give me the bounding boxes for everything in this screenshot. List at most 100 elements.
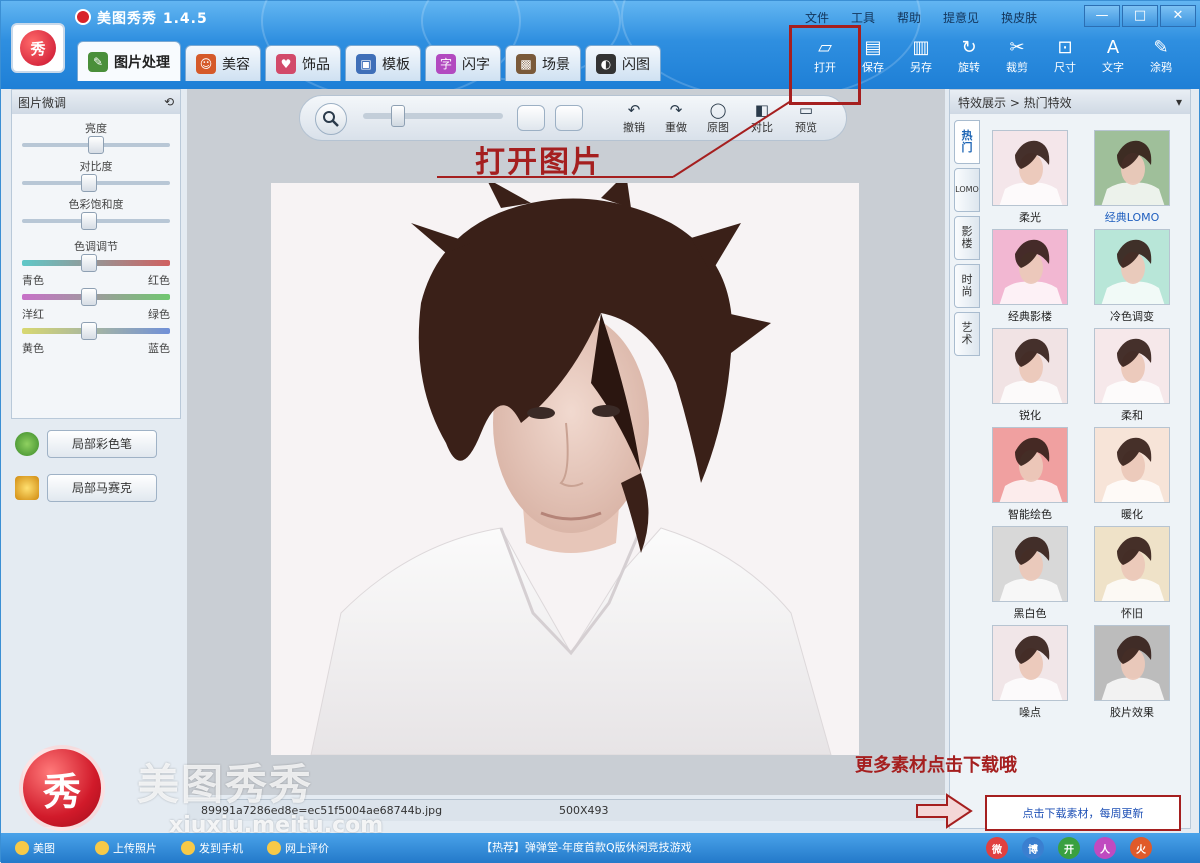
original-button[interactable]: ◯ 原图 (701, 101, 735, 139)
tool-label: 打开 (814, 61, 836, 74)
color-pen-button[interactable]: 局部彩色笔 (15, 429, 175, 459)
slider-knob[interactable] (80, 322, 97, 340)
slider-knob[interactable] (80, 212, 97, 230)
download-materials-link[interactable]: 点击下载素材，每周更新 (985, 795, 1181, 831)
social-icon[interactable]: 开 (1058, 837, 1080, 859)
slider-knob[interactable] (80, 288, 97, 306)
status-upload[interactable]: 上传照片 (95, 840, 157, 856)
brightness-slider[interactable] (22, 136, 170, 154)
effect-item[interactable]: 经典LOMO (1088, 130, 1176, 224)
effect-thumbnail[interactable] (1094, 526, 1170, 602)
chevron-down-icon[interactable]: ▾ (1176, 95, 1182, 109)
social-icon[interactable]: 微 (986, 837, 1008, 859)
save-button[interactable]: ▤ 保存 (849, 37, 897, 81)
zoom-icon[interactable] (315, 103, 347, 135)
effect-item[interactable]: 胶片效果 (1088, 625, 1176, 719)
status-phone[interactable]: 发到手机 (181, 840, 243, 856)
tab-template[interactable]: ▣ 模板 (345, 45, 421, 81)
tab-flash-image[interactable]: ◐ 闪图 (585, 45, 661, 81)
open-button[interactable]: ▱ 打开 (801, 37, 849, 81)
resize-button[interactable]: ⊡ 尺寸 (1041, 37, 1089, 81)
status-comment[interactable]: 网上评价 (267, 840, 329, 856)
menu-tools[interactable]: 工具 (851, 9, 875, 26)
effect-thumbnail[interactable] (1094, 625, 1170, 701)
effect-item[interactable]: 黑白色 (986, 526, 1074, 620)
contrast-slider[interactable] (22, 174, 170, 192)
slider-knob[interactable] (80, 174, 97, 192)
reset-icon[interactable]: ⟲ (164, 95, 174, 109)
status-label: 美图 (33, 842, 55, 855)
crop-button[interactable]: ✂ 裁剪 (993, 37, 1041, 81)
magenta-green-slider[interactable] (22, 288, 170, 306)
saturation-slider[interactable] (22, 212, 170, 230)
menu-skin[interactable]: 换皮肤 (1001, 9, 1037, 26)
tab-accessory[interactable]: ♥ 饰品 (265, 45, 341, 81)
status-home[interactable]: 美图 (15, 840, 55, 856)
tab-hot[interactable]: 热门 (954, 120, 980, 164)
button-label: 重做 (665, 121, 687, 134)
zoom-slider[interactable] (363, 113, 503, 119)
cyan-red-slider[interactable] (22, 254, 170, 272)
menu-feedback[interactable]: 提意见 (943, 9, 979, 26)
effect-thumbnail[interactable] (1094, 130, 1170, 206)
tab-fashion[interactable]: 时尚 (954, 264, 980, 308)
doodle-button[interactable]: ✎ 涂鸦 (1137, 37, 1185, 81)
social-icon[interactable]: 人 (1094, 837, 1116, 859)
close-button[interactable]: ✕ (1160, 5, 1196, 27)
effect-item[interactable]: 智能绘色 (986, 427, 1074, 521)
tab-art[interactable]: 艺术 (954, 312, 980, 356)
zoom-slider-knob[interactable] (391, 105, 405, 127)
save-as-button[interactable]: ▥ 另存 (897, 37, 945, 81)
template-icon: ▣ (356, 53, 376, 74)
slider-knob[interactable] (80, 254, 97, 272)
tab-image-edit[interactable]: ✎ 图片处理 (77, 41, 181, 81)
effect-item[interactable]: 锐化 (986, 328, 1074, 422)
tab-flash-text[interactable]: 字闪字 (425, 45, 501, 81)
effect-thumbnail[interactable] (992, 526, 1068, 602)
text-button[interactable]: A 文字 (1089, 37, 1137, 81)
effect-item[interactable]: 冷色调变 (1088, 229, 1176, 323)
button-label: 对比 (751, 121, 773, 134)
effect-thumbnail[interactable] (992, 130, 1068, 206)
cyan-label: 青色 (22, 274, 44, 287)
effect-thumbnail[interactable] (992, 625, 1068, 701)
social-icon[interactable]: 火 (1130, 837, 1152, 859)
effect-thumbnail[interactable] (1094, 328, 1170, 404)
compare-button[interactable]: ◧ 对比 (745, 101, 779, 139)
rotate-button[interactable]: ↻ 旋转 (945, 37, 993, 81)
yellow-blue-slider[interactable] (22, 322, 170, 340)
effect-item[interactable]: 怀旧 (1088, 526, 1176, 620)
effect-item[interactable]: 柔和 (1088, 328, 1176, 422)
actual-size-button[interactable] (555, 105, 583, 131)
tab-lomo[interactable]: LOMO (954, 168, 980, 212)
tab-scene[interactable]: ▩ 场景 (505, 45, 581, 81)
mosaic-button[interactable]: 局部马赛克 (15, 473, 175, 503)
portrait-photo (271, 183, 859, 755)
effect-item[interactable]: 噪点 (986, 625, 1074, 719)
open-image-annotation: 打开图片 (475, 145, 603, 180)
photo-canvas[interactable] (271, 183, 859, 755)
redo-button[interactable]: ↷ 重做 (659, 101, 693, 139)
app-logo[interactable]: 秀 (11, 23, 65, 73)
maximize-button[interactable]: □ (1122, 5, 1158, 27)
effect-thumbnail[interactable] (1094, 427, 1170, 503)
undo-button[interactable]: ↶ 撤销 (617, 101, 651, 139)
effect-thumbnail[interactable] (992, 328, 1068, 404)
minimize-button[interactable]: — (1084, 5, 1120, 27)
effect-thumbnail[interactable] (1094, 229, 1170, 305)
effect-thumbnail[interactable] (992, 427, 1068, 503)
tab-studio[interactable]: 影楼 (954, 216, 980, 260)
social-icon[interactable]: 博 (1022, 837, 1044, 859)
tab-beauty[interactable]: ☺ 美容 (185, 45, 261, 81)
fit-window-button[interactable] (517, 105, 545, 131)
preview-button[interactable]: ▭ 预览 (789, 101, 823, 139)
slider-knob[interactable] (88, 136, 104, 154)
menu-file[interactable]: 文件 (805, 9, 829, 26)
menu-help[interactable]: 帮助 (897, 9, 921, 26)
effect-item[interactable]: 暖化 (1088, 427, 1176, 521)
effect-item[interactable]: 柔光 (986, 130, 1074, 224)
promo-link[interactable]: 【热荐】弹弹堂-年度首款Q版休闲竞技游戏 (481, 839, 692, 855)
filename-text: 89991a7286ed8e=ec51f5004ae68744b.jpg (201, 804, 443, 817)
effect-item[interactable]: 经典影楼 (986, 229, 1074, 323)
effect-thumbnail[interactable] (992, 229, 1068, 305)
